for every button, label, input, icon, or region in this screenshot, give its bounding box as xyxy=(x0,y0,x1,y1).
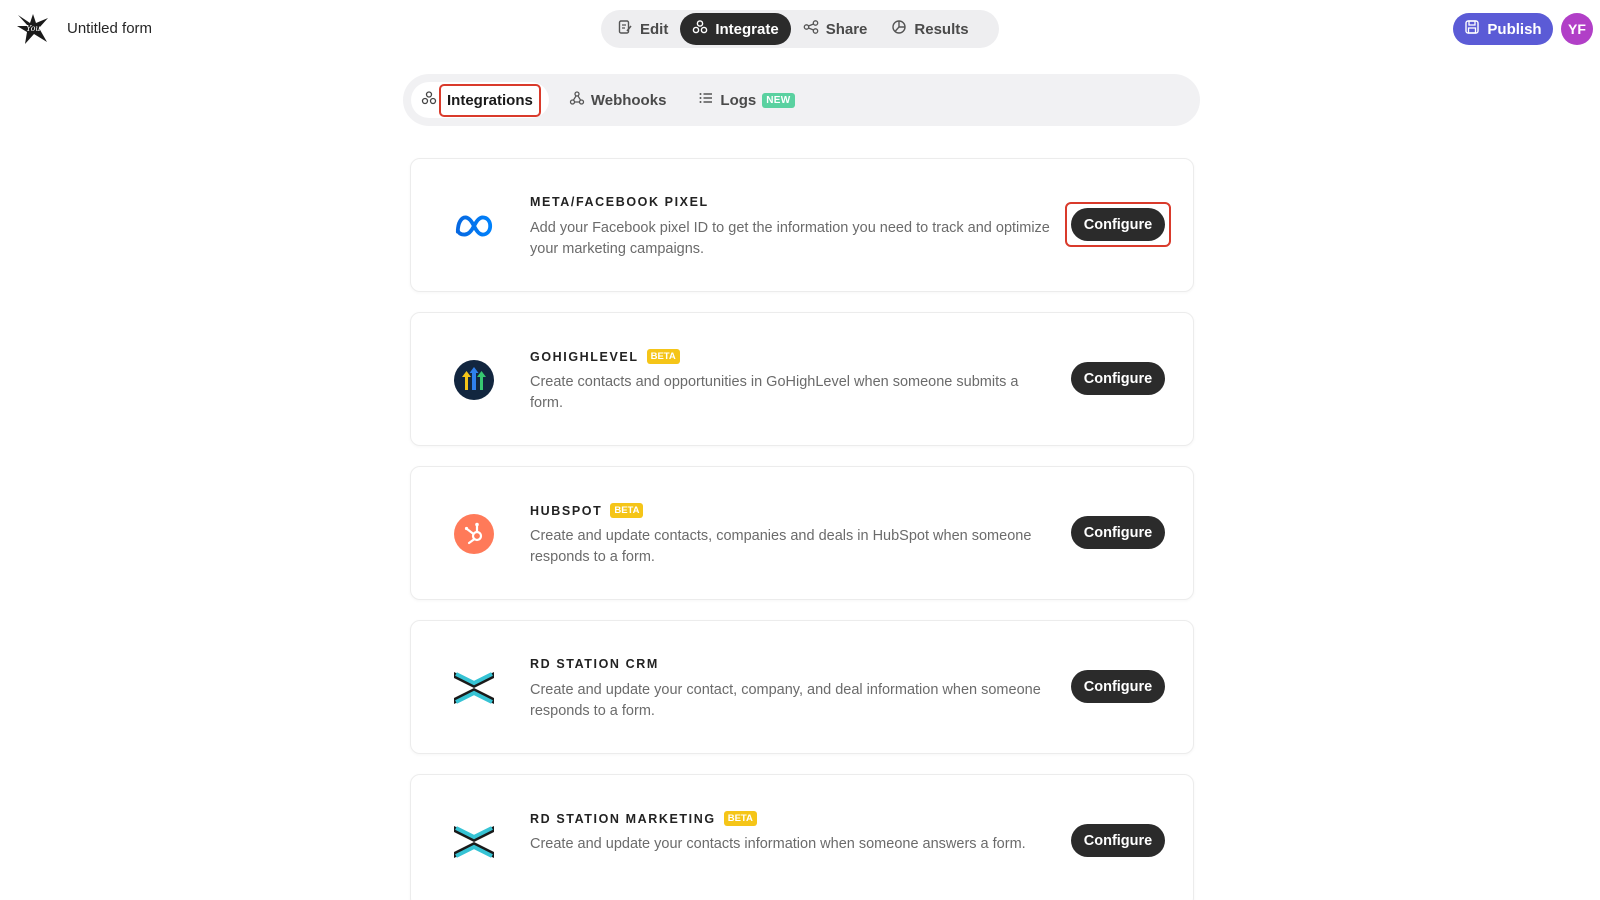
form-title[interactable]: Untitled form xyxy=(67,20,152,37)
subtab-webhooks[interactable]: Webhooks xyxy=(557,82,679,118)
configure-button[interactable]: Configure xyxy=(1071,670,1165,703)
integration-card-meta: META/FACEBOOK PIXEL Add your Facebook pi… xyxy=(410,158,1194,292)
subtab-integrations[interactable]: Integrations xyxy=(411,82,549,118)
card-title: RD STATION CRM xyxy=(530,657,659,671)
card-title-row: RD STATION MARKETING BETA xyxy=(530,811,757,826)
card-title: GOHIGHLEVEL xyxy=(530,349,639,364)
gohighlevel-icon xyxy=(453,359,495,401)
beta-badge: BETA xyxy=(610,503,644,518)
results-icon xyxy=(891,19,907,39)
subtab-logs[interactable]: Logs NEW xyxy=(686,82,806,118)
svg-text:You: You xyxy=(26,24,41,33)
card-title: RD STATION MARKETING xyxy=(530,811,716,826)
card-title-row: GOHIGHLEVEL BETA xyxy=(530,349,680,364)
card-description: Create and update your contacts informat… xyxy=(530,836,1026,852)
integrate-icon xyxy=(692,19,708,39)
tab-share[interactable]: Share xyxy=(791,13,880,45)
card-title: HUBSPOT xyxy=(530,503,603,518)
subtab-label: Webhooks xyxy=(590,91,667,109)
card-description: Create and update contacts, companies an… xyxy=(530,528,1032,565)
new-badge: NEW xyxy=(762,92,795,108)
app-logo-icon[interactable]: You xyxy=(16,12,50,46)
rd-station-icon xyxy=(453,667,495,709)
beta-badge: BETA xyxy=(723,811,757,826)
share-icon xyxy=(803,19,819,39)
card-title-row: RD STATION CRM xyxy=(530,657,659,671)
webhooks-icon xyxy=(569,90,585,110)
tab-results[interactable]: Results xyxy=(879,13,980,45)
edit-icon xyxy=(617,19,633,39)
configure-button[interactable]: Configure xyxy=(1071,516,1165,549)
list-icon xyxy=(698,90,714,110)
hubspot-icon xyxy=(453,513,495,555)
integration-card-gohighlevel: GOHIGHLEVEL BETA Create contacts and opp… xyxy=(410,312,1194,446)
tab-integrate[interactable]: Integrate xyxy=(680,13,791,45)
meta-icon xyxy=(453,205,495,247)
main-tabs: Edit Integrate Share Results xyxy=(601,10,999,48)
subtab-label: Logs xyxy=(720,91,757,109)
avatar[interactable]: YF xyxy=(1561,13,1593,45)
integration-card-rd-station-marketing: RD STATION MARKETING BETA Create and upd… xyxy=(410,774,1194,900)
highlight-box xyxy=(1065,202,1171,247)
configure-button[interactable]: Configure xyxy=(1071,362,1165,395)
tab-label: Edit xyxy=(640,20,669,38)
beta-badge: BETA xyxy=(646,349,680,364)
rd-station-icon xyxy=(453,821,495,863)
card-description: Add your Facebook pixel ID to get the in… xyxy=(530,220,1050,257)
card-description: Create contacts and opportunities in GoH… xyxy=(530,374,1019,411)
tab-label: Integrate xyxy=(715,20,779,38)
publish-label: Publish xyxy=(1487,20,1542,38)
card-title-row: HUBSPOT BETA xyxy=(530,503,644,518)
integration-card-hubspot: HUBSPOT BETA Create and update contacts,… xyxy=(410,466,1194,600)
configure-button[interactable]: Configure xyxy=(1071,824,1165,857)
publish-button[interactable]: Publish xyxy=(1453,13,1553,45)
integrations-list: META/FACEBOOK PIXEL Add your Facebook pi… xyxy=(410,158,1194,900)
card-title-row: META/FACEBOOK PIXEL xyxy=(530,195,709,209)
tab-label: Results xyxy=(914,20,969,38)
top-bar: You Untitled form Edit Integrate Share R… xyxy=(0,0,1600,60)
save-icon xyxy=(1464,19,1480,39)
integration-card-rd-station-crm: RD STATION CRM Create and update your co… xyxy=(410,620,1194,754)
card-title: META/FACEBOOK PIXEL xyxy=(530,195,709,209)
subtab-label-wrap: Integrations xyxy=(439,83,541,117)
sub-tabs: Integrations Webhooks Logs NEW xyxy=(403,74,1200,126)
card-description: Create and update your contact, company,… xyxy=(530,682,1041,719)
integrations-icon xyxy=(421,90,437,110)
tab-edit[interactable]: Edit xyxy=(605,13,680,45)
tab-label: Share xyxy=(825,20,868,38)
highlight-box xyxy=(439,83,541,117)
